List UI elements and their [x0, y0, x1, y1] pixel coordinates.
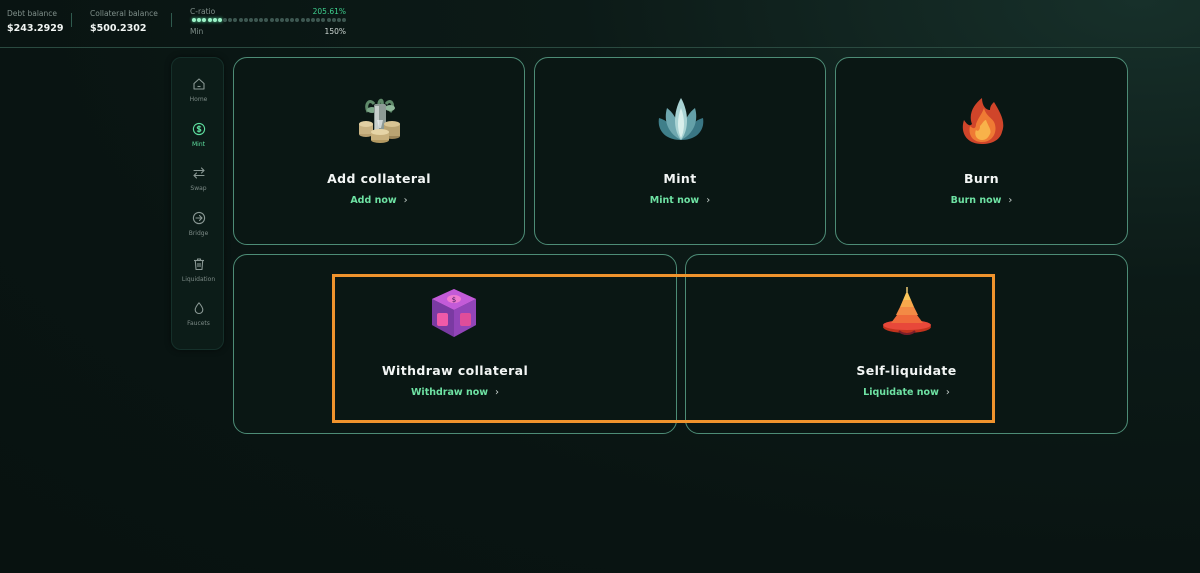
progress-segment	[316, 18, 321, 22]
liquidate-now-link[interactable]: Liquidate now ›	[686, 387, 1127, 398]
sidebar: Home Mint Swap Bridge Liquidation Faucet…	[171, 57, 224, 350]
progress-segment	[197, 18, 202, 22]
sidebar-item-label: Home	[189, 96, 208, 103]
mint-now-link[interactable]: Mint now ›	[535, 195, 825, 206]
progress-segment	[269, 18, 274, 22]
coins-plant-icon	[350, 90, 410, 150]
progress-segment	[290, 18, 295, 22]
arrow-circle-icon	[192, 211, 206, 225]
sidebar-item-label: Faucets	[187, 320, 210, 327]
progress-segment	[279, 18, 284, 22]
sidebar-item-label: Mint	[192, 141, 205, 148]
link-label: Mint now	[649, 195, 700, 206]
card-title: Burn	[963, 171, 1000, 186]
chevron-right-icon: ›	[403, 195, 408, 206]
progress-segment	[305, 18, 310, 22]
progress-segment	[326, 18, 331, 22]
burn-now-link[interactable]: Burn now ›	[836, 195, 1127, 206]
c-ratio-value: 205.61%	[312, 7, 346, 16]
link-label: Add now	[350, 195, 397, 206]
progress-segment	[238, 18, 243, 22]
collateral-balance-stat: Collateral balance $500.2302	[90, 9, 158, 34]
trash-icon	[192, 257, 206, 271]
sidebar-item-home[interactable]: Home	[172, 77, 225, 117]
c-ratio-min-value: 150%	[324, 27, 346, 36]
progress-segment	[331, 18, 336, 22]
card-title: Add collateral	[327, 171, 431, 186]
mint-card[interactable]: Mint Mint now ›	[534, 57, 826, 245]
teal-lotus-icon	[651, 90, 711, 150]
progress-segment	[311, 18, 315, 22]
link-label: Liquidate now	[863, 387, 939, 398]
progress-segment	[321, 18, 326, 22]
progress-segment	[264, 18, 269, 22]
c-ratio-meter: C-ratio 205.61% Min 150%	[190, 7, 346, 37]
progress-segment	[248, 18, 253, 22]
progress-segment	[285, 18, 290, 22]
chevron-right-icon: ›	[1008, 195, 1013, 206]
add-collateral-card[interactable]: Add collateral Add now ›	[233, 57, 525, 245]
c-ratio-label: C-ratio	[190, 7, 216, 16]
chevron-right-icon: ›	[495, 387, 500, 398]
progress-segment	[300, 18, 305, 22]
debt-balance-stat: Debt balance $243.2929	[7, 9, 64, 34]
progress-segment	[274, 18, 279, 22]
sidebar-item-label: Bridge	[188, 230, 209, 237]
progress-segment	[223, 18, 227, 22]
svg-text:$: $	[452, 296, 456, 304]
progress-segment	[202, 18, 207, 22]
debt-balance-label: Debt balance	[7, 9, 58, 18]
card-title: Withdraw collateral	[381, 363, 529, 378]
progress-segment	[212, 18, 217, 22]
chevron-right-icon: ›	[706, 195, 711, 206]
header-divider	[171, 13, 172, 27]
progress-segment	[233, 18, 238, 22]
sidebar-item-swap[interactable]: Swap	[172, 166, 225, 206]
progress-segment	[295, 18, 300, 22]
swap-arrows-icon	[192, 166, 206, 180]
sidebar-item-label: Liquidation	[181, 276, 216, 283]
burn-card[interactable]: Burn Burn now ›	[835, 57, 1128, 245]
c-ratio-progress	[192, 18, 346, 23]
header-divider	[71, 13, 72, 27]
pagoda-icon	[877, 283, 937, 343]
progress-segment	[259, 18, 264, 22]
progress-segment	[207, 18, 212, 22]
progress-segment	[217, 18, 222, 22]
withdraw-now-link[interactable]: Withdraw now ›	[234, 387, 676, 398]
withdraw-collateral-card[interactable]: $ Withdraw collateral Withdraw now ›	[233, 254, 677, 434]
sidebar-item-mint[interactable]: Mint	[172, 122, 225, 162]
add-now-link[interactable]: Add now ›	[234, 195, 524, 206]
progress-segment	[342, 18, 346, 22]
card-title: Mint	[663, 171, 697, 186]
droplet-icon	[192, 301, 206, 315]
progress-segment	[228, 18, 233, 22]
sidebar-item-label: Swap	[190, 185, 207, 192]
vault-cube-icon: $	[424, 283, 484, 343]
chevron-right-icon: ›	[945, 387, 950, 398]
card-title: Self-liquidate	[856, 363, 957, 378]
progress-segment	[254, 18, 259, 22]
link-label: Burn now	[950, 195, 1002, 206]
progress-segment	[192, 18, 196, 22]
self-liquidate-card[interactable]: Self-liquidate Liquidate now ›	[685, 254, 1128, 434]
sidebar-item-liquidation[interactable]: Liquidation	[172, 257, 225, 297]
progress-segment	[243, 18, 248, 22]
sidebar-item-faucets[interactable]: Faucets	[172, 301, 225, 341]
sidebar-item-bridge[interactable]: Bridge	[172, 211, 225, 251]
top-bar: Debt balance $243.2929 Collateral balanc…	[0, 0, 1200, 48]
flame-icon	[952, 90, 1012, 150]
home-icon	[192, 77, 206, 91]
collateral-balance-label: Collateral balance	[90, 9, 158, 18]
link-label: Withdraw now	[410, 387, 489, 398]
c-ratio-min-label: Min	[190, 27, 204, 36]
dollar-circle-icon	[192, 122, 206, 136]
progress-segment	[336, 18, 341, 22]
debt-balance-value: $243.2929	[7, 23, 64, 34]
collateral-balance-value: $500.2302	[90, 23, 147, 34]
